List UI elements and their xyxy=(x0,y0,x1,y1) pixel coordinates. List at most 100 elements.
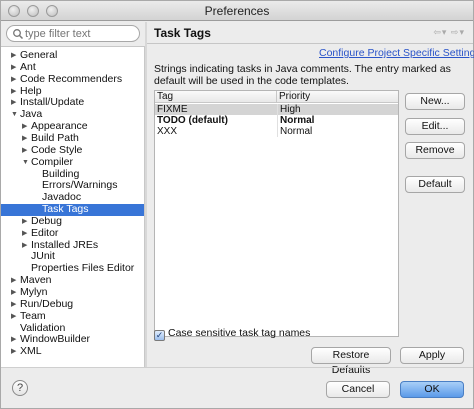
collapsed-arrow-icon[interactable]: ▶ xyxy=(11,50,20,62)
tree-item[interactable]: JUnit xyxy=(22,251,55,263)
task-tags-table[interactable]: Tag Priority FIXME High TODO (default) Norm… xyxy=(154,90,399,337)
tree-item-label: Build Path xyxy=(31,131,79,144)
tree-item[interactable]: ▶ General xyxy=(11,49,58,62)
collapsed-arrow-icon[interactable]: ▶ xyxy=(22,145,31,157)
preferences-tree[interactable]: ▶ General ▶ Ant ▶ Code Recommenders ▶ Help ▶ Inst… xyxy=(1,46,145,367)
tree-item[interactable]: ▶ Code Recommenders xyxy=(11,73,122,86)
page-header: Task Tags ⇦▾ ⇨▾ xyxy=(147,22,473,44)
tree-item[interactable]: Building xyxy=(33,168,79,181)
tree-item[interactable]: ▶ Install/Update xyxy=(11,97,84,109)
tree-item-label: Run/Debug xyxy=(20,297,74,310)
column-header-tag[interactable]: Tag xyxy=(155,91,277,103)
table-row[interactable]: FIXME High xyxy=(155,104,398,115)
help-button[interactable]: ? xyxy=(12,380,28,396)
tree-item-label: Task Tags xyxy=(42,203,89,216)
tree-item-label: WindowBuilder xyxy=(20,333,91,346)
case-sensitive-checkbox[interactable]: ✓ xyxy=(154,330,165,341)
collapsed-arrow-icon[interactable]: ▶ xyxy=(11,86,20,98)
tree-item[interactable]: Properties Files Editor xyxy=(22,263,134,275)
default-tag-button[interactable]: Default xyxy=(405,176,465,193)
footer-divider xyxy=(1,367,473,368)
tree-item[interactable]: ▶ Code Style xyxy=(22,143,83,157)
ok-button[interactable]: OK xyxy=(400,381,464,398)
collapsed-arrow-icon[interactable]: ▶ xyxy=(11,287,20,299)
column-header-priority[interactable]: Priority xyxy=(277,91,398,103)
title-bar: Preferences xyxy=(1,1,473,21)
table-row[interactable]: TODO (default) Normal xyxy=(155,115,398,126)
minimize-window-button[interactable] xyxy=(27,5,39,17)
filter-input[interactable] xyxy=(25,27,135,40)
tree-item[interactable]: ▶ Build Path xyxy=(22,131,79,145)
tree-item[interactable]: ▶ Help xyxy=(11,84,42,98)
edit-tag-button[interactable]: Edit... xyxy=(405,118,465,135)
page-title: Task Tags xyxy=(154,26,211,40)
restore-defaults-button[interactable]: Restore Defaults xyxy=(311,347,391,376)
tree-item[interactable]: Validation xyxy=(11,322,65,335)
search-icon xyxy=(13,29,24,40)
collapsed-arrow-icon[interactable]: ▶ xyxy=(11,334,20,346)
collapsed-arrow-icon[interactable]: ▶ xyxy=(11,299,20,311)
collapsed-arrow-icon[interactable]: ▶ xyxy=(11,346,20,358)
tree-item-label: Properties Files Editor xyxy=(31,262,135,275)
collapsed-arrow-icon[interactable]: ▶ xyxy=(22,228,31,240)
table-row[interactable]: XXX Normal xyxy=(155,126,398,137)
tree-item[interactable]: Task Tags xyxy=(1,203,144,216)
tree-item[interactable]: Errors/Warnings xyxy=(33,180,117,192)
tag-cell: FIXME xyxy=(157,104,188,115)
collapsed-arrow-icon[interactable]: ▶ xyxy=(22,121,31,133)
collapsed-arrow-icon[interactable]: ▶ xyxy=(22,133,31,145)
tree-item[interactable]: Javadoc xyxy=(33,191,82,204)
tree-item[interactable]: ▶ Mylyn xyxy=(11,286,47,299)
tree-item[interactable]: ▶ Team xyxy=(11,310,46,323)
priority-cell: High xyxy=(277,104,398,115)
zoom-window-button[interactable] xyxy=(46,5,58,17)
tree-item-label: Code Style xyxy=(31,143,83,156)
expanded-arrow-icon[interactable]: ▼ xyxy=(22,157,31,169)
tree-item[interactable]: ▶ WindowBuilder xyxy=(11,334,90,346)
tree-item-label: Maven xyxy=(20,274,52,287)
preferences-window: Preferences ▶General▶Ant▶Code Recommende… xyxy=(0,0,474,409)
tree-item[interactable]: ▶ Ant xyxy=(11,61,36,74)
preference-page: Task Tags ⇦▾ ⇨▾ Configure Project Specif… xyxy=(147,22,474,376)
collapsed-arrow-icon[interactable]: ▶ xyxy=(11,62,20,74)
new-tag-button[interactable]: New... xyxy=(405,93,465,110)
tree-item[interactable]: ▶ Run/Debug xyxy=(11,297,74,311)
tree-item-label: Javadoc xyxy=(42,191,82,204)
tree-item-label: General xyxy=(20,49,58,61)
expanded-arrow-icon[interactable]: ▼ xyxy=(11,109,20,121)
tree-item-label: Debug xyxy=(31,214,62,227)
tag-cell: XXX xyxy=(157,126,178,137)
tree-item[interactable]: ▶ Maven xyxy=(11,274,52,287)
tree-item[interactable]: ▶ Installed JREs xyxy=(22,239,98,252)
tree-item-label: Install/Update xyxy=(20,96,85,109)
tree-item[interactable]: ▶ XML xyxy=(11,346,42,358)
back-arrow-icon[interactable]: ⇦ xyxy=(433,27,442,37)
tree-item-label: Appearance xyxy=(31,120,88,133)
tree-item-label: Help xyxy=(20,84,42,97)
collapsed-arrow-icon[interactable]: ▶ xyxy=(22,240,31,252)
cancel-button[interactable]: Cancel xyxy=(326,381,390,398)
window-title: Preferences xyxy=(204,4,270,18)
case-sensitive-label: Case sensitive task tag names xyxy=(168,327,311,339)
tree-item[interactable]: ▼ Java xyxy=(11,109,42,121)
tree-item[interactable]: ▶ Debug xyxy=(22,214,62,228)
tree-item-label: Errors/Warnings xyxy=(42,179,118,192)
tree-item-label: Editor xyxy=(31,226,59,239)
tag-cell: TODO (default) xyxy=(157,115,228,126)
collapsed-arrow-icon[interactable]: ▶ xyxy=(22,216,31,228)
collapsed-arrow-icon[interactable]: ▶ xyxy=(11,97,20,109)
tree-item[interactable]: ▶ Appearance xyxy=(22,120,88,133)
tree-item[interactable]: ▶ Editor xyxy=(22,226,59,240)
configure-project-settings-link[interactable]: Configure Project Specific Settings... xyxy=(319,47,474,59)
forward-arrow-icon[interactable]: ⇨ xyxy=(451,27,460,37)
collapsed-arrow-icon[interactable]: ▶ xyxy=(11,275,20,287)
filter-box[interactable] xyxy=(6,25,140,42)
preferences-sidebar: ▶General▶Ant▶Code Recommenders▶Help▶Inst… xyxy=(1,22,145,367)
close-window-button[interactable] xyxy=(8,5,20,17)
tree-item[interactable]: ▼ Compiler xyxy=(22,156,73,169)
collapsed-arrow-icon[interactable]: ▶ xyxy=(11,74,20,86)
case-sensitive-option[interactable]: ✓ Case sensitive task tag names xyxy=(154,327,310,341)
remove-tag-button[interactable]: Remove xyxy=(405,142,465,159)
collapsed-arrow-icon[interactable]: ▶ xyxy=(11,311,20,323)
apply-button[interactable]: Apply xyxy=(400,347,464,364)
